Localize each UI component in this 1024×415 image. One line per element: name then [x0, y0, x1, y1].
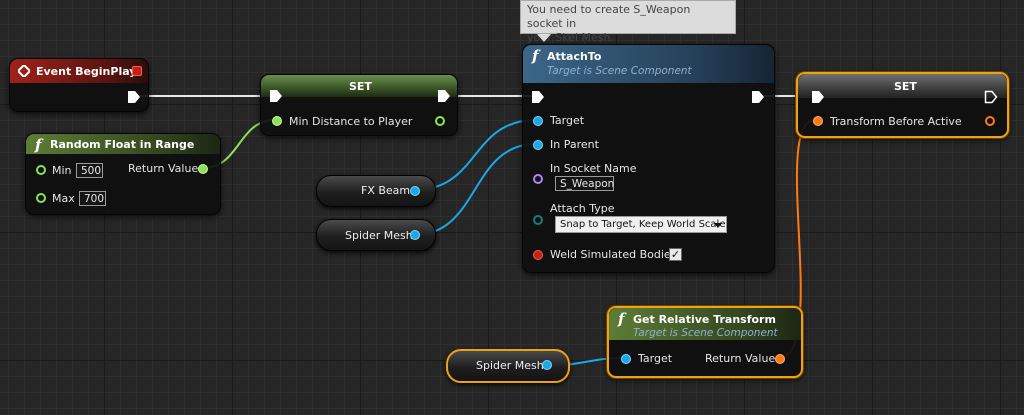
- set-2-exec-in-pin[interactable]: [811, 90, 825, 104]
- fx-beam-variable-node[interactable]: FX Beam: [316, 175, 436, 207]
- set-transform-node[interactable]: SET Transform Before Active: [796, 72, 1009, 138]
- random-float-header: f Random Float in Range: [26, 134, 220, 154]
- set-1-exec-out-pin[interactable]: [437, 89, 451, 103]
- set-min-distance-node[interactable]: SET Min Distance to Player: [260, 74, 458, 136]
- transform-in-pin[interactable]: [813, 116, 823, 126]
- max-value-field[interactable]: 700: [79, 191, 106, 206]
- weld-bodies-pin[interactable]: [533, 250, 543, 260]
- spider-mesh-out-pin-1[interactable]: [410, 230, 420, 240]
- transform-before-active-label: Transform Before Active: [830, 115, 962, 128]
- socket-name-pin[interactable]: [533, 174, 543, 184]
- spider-mesh-variable-node-2[interactable]: Spider Mesh: [446, 349, 570, 383]
- tooltip: You need to create S_Weapon socket in yo…: [520, 0, 736, 44]
- set-1-exec-in-pin[interactable]: [269, 89, 283, 103]
- attachto-target-pin[interactable]: [533, 116, 543, 126]
- spider-mesh-label-1: Spider Mesh: [345, 229, 413, 242]
- tooltip-line-2: your Skel Mesh.: [527, 31, 614, 44]
- attachto-header: f AttachTo Target is Scene Component: [523, 45, 774, 83]
- attach-type-dropdown[interactable]: Snap to Target, Keep World Scale: [555, 216, 727, 233]
- attachto-title: AttachTo: [547, 50, 602, 63]
- fx-beam-label: FX Beam: [361, 184, 411, 197]
- attach-type-label: Attach Type: [550, 202, 615, 215]
- min-distance-label: Min Distance to Player: [289, 115, 413, 128]
- get-rel-transform-title: Get Relative Transform: [633, 313, 776, 326]
- get-rel-transform-subtitle: Target is Scene Component: [633, 327, 778, 339]
- get-rel-target-pin[interactable]: [621, 354, 631, 364]
- in-parent-label: In Parent: [550, 138, 599, 151]
- get-rel-return-pin[interactable]: [775, 354, 785, 364]
- event-beginplay-node[interactable]: Event BeginPlay: [9, 58, 149, 112]
- socket-name-label: In Socket Name: [550, 162, 637, 175]
- set-node-2-title: SET: [894, 80, 917, 93]
- delegate-pin[interactable]: [132, 66, 142, 76]
- function-icon: f: [35, 136, 42, 154]
- set-node-1-title: SET: [349, 80, 372, 93]
- chevron-down-icon: [714, 223, 722, 228]
- attach-type-pin[interactable]: [533, 215, 543, 225]
- attachto-node[interactable]: f AttachTo Target is Scene Component Tar…: [522, 44, 775, 273]
- max-label: Max: [52, 192, 75, 205]
- get-relative-transform-node[interactable]: f Get Relative Transform Target is Scene…: [607, 306, 803, 378]
- exec-out-pin[interactable]: [127, 90, 141, 104]
- function-icon: f: [618, 310, 625, 328]
- attachto-target-label: Target: [550, 114, 585, 127]
- function-icon: f: [532, 47, 539, 65]
- socket-name-field[interactable]: S_Weapon: [555, 176, 614, 191]
- min-pin[interactable]: [36, 165, 46, 175]
- spider-mesh-variable-node-1[interactable]: Spider Mesh: [316, 219, 436, 251]
- get-rel-target-label: Target: [638, 352, 673, 365]
- set-2-exec-out-pin[interactable]: [984, 90, 998, 104]
- attachto-subtitle: Target is Scene Component: [547, 65, 692, 77]
- fx-beam-out-pin[interactable]: [410, 186, 420, 196]
- attachto-exec-out-pin[interactable]: [751, 90, 765, 104]
- event-diamond-icon: [18, 65, 30, 77]
- min-distance-out-pin[interactable]: [435, 116, 445, 126]
- set-node-2-header: SET: [798, 74, 1007, 98]
- event-beginplay-title: Event BeginPlay: [36, 65, 137, 78]
- random-float-node[interactable]: f Random Float in Range Min 500 Return V…: [25, 133, 221, 215]
- transform-out-pin[interactable]: [985, 116, 995, 126]
- random-float-title: Random Float in Range: [50, 138, 195, 151]
- attach-type-value: Snap to Target, Keep World Scale: [560, 219, 726, 230]
- return-value-label: Return Value: [128, 162, 199, 175]
- spider-mesh-out-pin-2[interactable]: [542, 360, 552, 370]
- min-distance-in-pin[interactable]: [272, 116, 282, 126]
- get-rel-return-label: Return Value: [705, 352, 776, 365]
- in-parent-pin[interactable]: [533, 140, 543, 150]
- weld-bodies-checkbox[interactable]: ✓: [669, 248, 682, 261]
- max-pin[interactable]: [36, 193, 46, 203]
- event-beginplay-header: Event BeginPlay: [10, 59, 148, 83]
- min-value-field[interactable]: 500: [76, 163, 103, 178]
- min-label: Min: [52, 164, 72, 177]
- set-node-1-header: SET: [261, 75, 457, 97]
- attachto-exec-in-pin[interactable]: [531, 90, 545, 104]
- get-rel-transform-header: f Get Relative Transform Target is Scene…: [609, 308, 801, 340]
- weld-bodies-label: Weld Simulated Bodies: [550, 248, 677, 261]
- tooltip-tail: [537, 34, 551, 42]
- tooltip-line-1: You need to create S_Weapon socket in: [527, 3, 691, 30]
- return-value-pin[interactable]: [198, 164, 208, 174]
- spider-mesh-label-2: Spider Mesh: [476, 359, 544, 372]
